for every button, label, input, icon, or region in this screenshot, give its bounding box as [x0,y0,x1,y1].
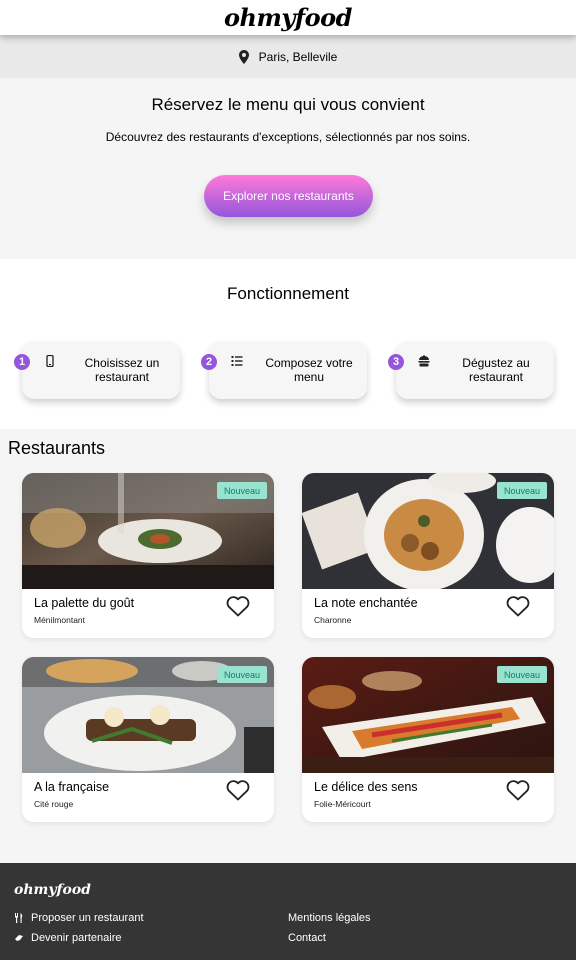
restaurant-card[interactable]: Nouveau Le délice des sens Folie-Méricou… [302,657,554,822]
step-label: Choisissez un restaurant [84,356,160,384]
hero-title: Réservez le menu qui vous convient [151,95,425,114]
heart-icon[interactable] [226,779,250,801]
step-card-3: 3 Dégustez au restaurant [388,341,554,399]
restaurant-area: Folie-Méricourt [314,799,371,809]
step-number-badge: 2 [201,354,217,370]
restaurant-name: Le délice des sens [314,780,418,794]
map-pin-icon [238,49,249,64]
hero-section: Réservez le menu qui vous convient Décou… [0,78,576,259]
step-label: Composez votre menu [265,356,353,384]
hero-subtitle: Découvrez des restaurants d'exceptions, … [105,130,471,144]
restaurant-area: Cité rouge [34,799,74,809]
restaurant-name: La palette du goût [34,596,135,610]
restaurant-card[interactable]: Nouveau La note enchantée Charonne [302,473,554,638]
footer-link-label: Contact [288,932,326,944]
new-badge: Nouveau [217,666,267,683]
contact-link[interactable]: Contact [288,932,326,944]
restaurant-card[interactable]: Nouveau La palette du goût Ménilmontant [22,473,274,638]
heart-icon[interactable] [226,595,250,617]
heart-icon[interactable] [506,595,530,617]
location-bar: Paris, Bellevile [0,35,576,78]
location-text: Paris, Bellevile [258,49,338,64]
step-number-badge: 1 [14,354,30,370]
step-card-1: 1 Choisissez un restaurant [14,341,180,399]
heart-icon[interactable] [506,779,530,801]
list-icon [231,356,243,366]
restaurants-title: Restaurants [8,438,106,458]
footer-link-label: Proposer un restaurant [31,912,144,924]
utensils-icon [15,913,23,923]
propose-restaurant-link[interactable]: Proposer un restaurant [14,912,144,924]
dish-icon [418,355,430,367]
restaurants-section: Restaurants Nouveau La palette du goût M… [0,429,576,863]
footer: ohmyfood Proposer un restaurant Devenir … [0,863,576,960]
restaurant-name: La note enchantée [314,596,418,610]
step-number-badge: 3 [388,354,404,370]
restaurant-area: Ménilmontant [34,615,86,625]
explore-restaurants-button[interactable]: Explorer nos restaurants [204,175,373,217]
restaurant-area: Charonne [314,615,352,625]
how-it-works-section: Fonctionnement 1 Choisissez un restauran… [0,259,576,429]
footer-logo[interactable]: ohmyfood [14,882,91,898]
new-badge: Nouveau [497,666,547,683]
step-card-2: 2 Composez votre menu [201,341,367,399]
restaurant-card[interactable]: Nouveau A la française Cité rouge [22,657,274,822]
logo[interactable]: ohmyfood [224,3,352,32]
new-badge: Nouveau [497,482,547,499]
how-title: Fonctionnement [227,284,349,303]
legal-notice-link[interactable]: Mentions légales [288,912,371,924]
top-header: ohmyfood [0,0,576,35]
footer-link-label: Devenir partenaire [31,932,122,944]
footer-link-label: Mentions légales [288,912,371,924]
restaurant-name: A la française [34,780,110,794]
phone-icon [46,355,54,367]
become-partner-link[interactable]: Devenir partenaire [14,932,122,944]
new-badge: Nouveau [217,482,267,499]
handshake-icon [15,935,23,941]
step-label: Dégustez au restaurant [462,356,530,384]
